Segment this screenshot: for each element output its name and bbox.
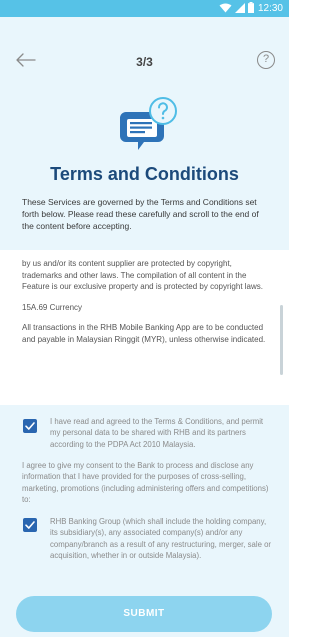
- marketing-consent-intro: I agree to give my consent to the Bank t…: [22, 461, 269, 504]
- terms-section-heading: 15A.69 Currency: [22, 302, 83, 312]
- cellular-signal-icon: [234, 0, 245, 18]
- help-icon: ?: [262, 53, 270, 65]
- page-title: Terms and Conditions: [50, 164, 239, 184]
- agree-terms-checkbox[interactable]: [23, 419, 37, 433]
- screen: 12:30 3/3 ? Terms and Conditions These S…: [0, 0, 289, 637]
- checkmark-icon: [23, 518, 37, 532]
- agree-terms-label: I have read and agreed to the Terms & Co…: [50, 417, 264, 449]
- terms-text: by us and/or its content supplier are pr…: [22, 258, 269, 354]
- status-bar: 12:30: [0, 0, 289, 17]
- submit-button[interactable]: SUBMIT: [16, 596, 272, 632]
- scrollbar[interactable]: [280, 305, 283, 375]
- help-button[interactable]: ?: [257, 51, 275, 69]
- terms-paragraph: All transactions in the RHB Mobile Banki…: [22, 323, 266, 344]
- wifi-icon: [219, 0, 232, 18]
- terms-scroll-panel[interactable]: by us and/or its content supplier are pr…: [0, 250, 289, 405]
- rhb-group-checkbox[interactable]: [23, 518, 37, 532]
- battery-icon: [247, 0, 254, 18]
- terms-paragraph: by us and/or its content supplier are pr…: [22, 259, 264, 291]
- status-time: 12:30: [257, 3, 283, 14]
- rhb-group-label: RHB Banking Group (which shall include t…: [50, 517, 272, 560]
- terms-intro: These Services are governed by the Terms…: [22, 197, 259, 231]
- step-indicator: 3/3: [136, 55, 153, 69]
- terms-header: Terms and Conditions These Services are …: [0, 90, 289, 250]
- status-icons: [219, 0, 254, 18]
- document-question-icon: [118, 96, 178, 154]
- checkmark-icon: [23, 419, 37, 433]
